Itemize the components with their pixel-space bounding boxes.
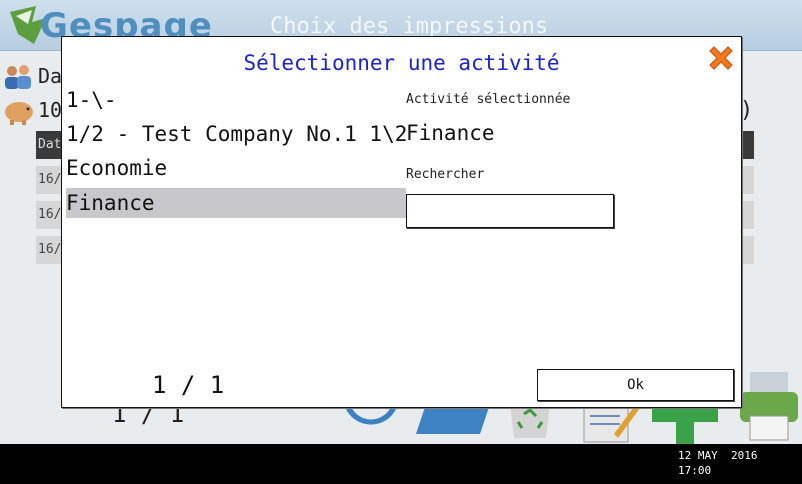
users-icon [5, 65, 31, 89]
piggy-bank-icon [5, 102, 33, 125]
dialog-pager: 1 / 1 [152, 371, 225, 399]
dialog-title: Sélectionner une activité [243, 51, 560, 75]
list-item-selected[interactable]: Finance [66, 188, 406, 218]
folder-icon[interactable] [416, 404, 490, 444]
add-icon[interactable] [652, 406, 718, 444]
selected-activity-label: Activité sélectionnée [406, 92, 571, 107]
select-activity-dialog: Sélectionner une activité 1-\- 1/2 - Tes… [61, 36, 742, 408]
search-input[interactable] [406, 194, 614, 228]
table-cell: 16/ [38, 207, 62, 222]
status-time: 17:00 [678, 464, 712, 477]
search-label: Rechercher [406, 167, 485, 182]
bg-label-2: 10 [38, 98, 63, 122]
ok-button[interactable]: Ok [537, 369, 734, 401]
recycle-bin-icon[interactable] [506, 404, 554, 444]
list-item[interactable]: 1/2 - Test Company No.1 1\2 [66, 119, 407, 149]
refresh-icon[interactable] [336, 404, 406, 444]
printer-icon[interactable] [738, 372, 800, 444]
bg-label-1: Da [38, 64, 63, 88]
table-cell: 16/ [38, 242, 62, 257]
app-root: Gespage Choix des impressions Da 10 ) Da… [0, 0, 802, 484]
list-item[interactable]: 1-\- [66, 85, 406, 115]
bg-table-header-label: Dat [38, 137, 62, 152]
table-cell: 16/ [38, 172, 62, 187]
selected-activity-value: Finance [406, 121, 495, 145]
status-date: 12 MAY 2016 [678, 449, 758, 462]
list-item[interactable]: Economie [66, 153, 406, 183]
status-datetime: 12 MAY 2016 17:00 [678, 448, 757, 478]
close-icon[interactable] [704, 41, 738, 75]
